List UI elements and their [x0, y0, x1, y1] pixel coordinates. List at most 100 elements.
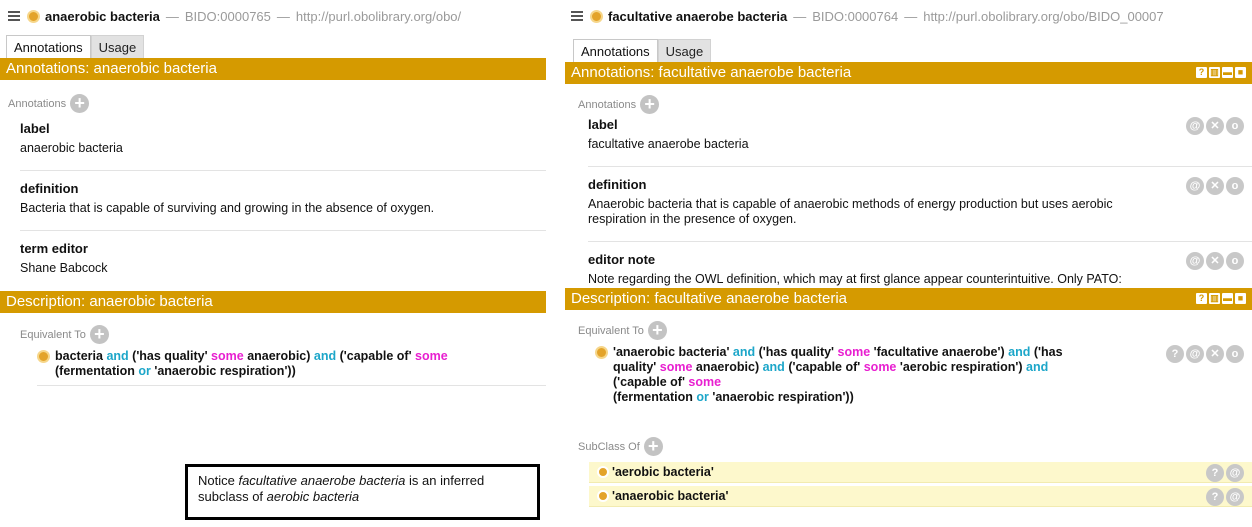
class-circle-icon	[595, 346, 608, 359]
annotation-property: label	[588, 117, 618, 132]
divider	[588, 166, 1252, 167]
superclass-name: 'anaerobic bacteria'	[612, 489, 729, 503]
annotation-row: editor note Note regarding the OWL defin…	[565, 252, 1252, 288]
annotation-property: label	[20, 121, 50, 136]
o-circle-icon[interactable]: o	[1226, 252, 1244, 270]
hamburger-icon[interactable]	[571, 11, 583, 21]
tab-annotations[interactable]: Annotations	[573, 39, 658, 62]
right-title-bar: facultative anaerobe bacteria — BIDO:000…	[565, 0, 1252, 32]
equivalent-expression[interactable]: bacteria and ('has quality' some anaerob…	[0, 349, 546, 379]
title-separator: —	[793, 8, 807, 24]
hamburger-icon[interactable]	[8, 11, 20, 21]
annotation-row: term editor Shane Babcock	[0, 241, 546, 276]
minimize-view-icon[interactable]: ▬	[1222, 67, 1233, 78]
left-title-bar: anaerobic bacteria — BIDO:0000765 — http…	[0, 0, 546, 32]
class-circle-icon	[597, 466, 609, 478]
annotations-section: Annotations + label anaerobic bacteria d…	[0, 80, 546, 291]
x-circle-icon[interactable]: ✕	[1206, 252, 1224, 270]
annotations-frame-label: Annotations +	[0, 94, 546, 113]
help-icon[interactable]: ?	[1196, 293, 1207, 304]
question-circle-icon[interactable]: ?	[1206, 464, 1224, 482]
annotation-value: Shane Babcock	[20, 261, 108, 275]
tab-annotations[interactable]: Annotations	[6, 35, 91, 58]
annotation-value: Bacteria that is capable of surviving an…	[20, 201, 435, 215]
o-circle-icon[interactable]: o	[1226, 345, 1244, 363]
expression-text: 'anaerobic bacteria' and ('has quality' …	[613, 345, 1063, 404]
annotation-row: label anaerobic bacteria	[0, 121, 546, 156]
divider	[588, 241, 1252, 242]
superclass-name: 'aerobic bacteria'	[612, 465, 714, 479]
annotations-header: Annotations: anaerobic bacteria	[0, 58, 546, 80]
x-circle-icon[interactable]: ✕	[1206, 117, 1224, 135]
subclass-frame-label: SubClass Of +	[565, 437, 1252, 456]
header-text: Annotations: facultative anaerobe bacter…	[571, 64, 852, 81]
expression-text: bacteria and ('has quality' some anaerob…	[55, 349, 448, 378]
description-header: Description: anaerobic bacteria	[0, 291, 546, 313]
x-circle-icon[interactable]: ✕	[1206, 177, 1224, 195]
inferred-superclass-row[interactable]: 'anaerobic bacteria' ? @	[589, 486, 1252, 507]
help-icon[interactable]: ?	[1196, 67, 1207, 78]
at-icon[interactable]: @	[1226, 488, 1244, 506]
description-section: Equivalent To + 'anaerobic bacteria' and…	[565, 310, 1252, 507]
split-view-icon[interactable]: ▥	[1209, 293, 1220, 304]
row-actions: @ ✕ o	[1186, 252, 1244, 270]
question-circle-icon[interactable]: ?	[1206, 488, 1224, 506]
row-actions: ? @	[1206, 464, 1244, 482]
o-circle-icon[interactable]: o	[1226, 117, 1244, 135]
minimize-view-icon[interactable]: ▬	[1222, 293, 1233, 304]
divider	[20, 170, 546, 171]
equivalent-expression[interactable]: 'anaerobic bacteria' and ('has quality' …	[565, 345, 1252, 415]
annotations-header: Annotations: facultative anaerobe bacter…	[565, 62, 1252, 84]
annotation-value: facultative anaerobe bacteria	[588, 137, 749, 151]
add-equivalent-button[interactable]: +	[647, 321, 667, 340]
row-actions: @ ✕ o	[1186, 177, 1244, 195]
at-icon[interactable]: @	[1186, 177, 1204, 195]
divider	[37, 385, 546, 386]
annotation-value: Anaerobic bacteria that is capable of an…	[588, 197, 1113, 226]
entity-name: anaerobic bacteria	[45, 8, 160, 24]
annotations-section: Annotations + label facultative anaerobe…	[565, 84, 1252, 288]
frame-label-text: Annotations	[8, 97, 67, 110]
tab-usage[interactable]: Usage	[657, 39, 712, 62]
frame-label-text: Annotations	[578, 98, 637, 111]
entity-iri: http://purl.obolibrary.org/obo/BIDO_0000…	[923, 8, 1164, 24]
x-circle-icon[interactable]: ✕	[1206, 345, 1224, 363]
annotation-property: term editor	[20, 241, 88, 256]
header-text: Description: facultative anaerobe bacter…	[571, 290, 847, 307]
annotation-row: label facultative anaerobe bacteria @ ✕ …	[565, 117, 1252, 152]
row-actions: @ ✕ o	[1186, 117, 1244, 135]
notice-emphasis: aerobic bacteria	[266, 489, 360, 504]
at-icon[interactable]: @	[1226, 464, 1244, 482]
tab-bar: Annotations Usage	[0, 32, 546, 58]
description-header: Description: facultative anaerobe bacter…	[565, 288, 1252, 310]
add-superclass-button[interactable]: +	[643, 437, 663, 456]
title-separator: —	[904, 8, 918, 24]
at-icon[interactable]: @	[1186, 117, 1204, 135]
question-circle-icon[interactable]: ?	[1166, 345, 1184, 363]
at-icon[interactable]: @	[1186, 252, 1204, 270]
annotation-row: definition Anaerobic bacteria that is ca…	[565, 177, 1252, 227]
tab-usage[interactable]: Usage	[90, 35, 145, 58]
title-separator: —	[165, 8, 179, 24]
annotation-property: editor note	[588, 252, 656, 267]
at-icon[interactable]: @	[1186, 345, 1204, 363]
add-annotation-button[interactable]: +	[640, 95, 660, 114]
maximize-view-icon[interactable]: ■	[1235, 293, 1246, 304]
notice-callout: Notice facultative anaerobe bacteria is …	[185, 464, 540, 520]
frame-label-text: Equivalent To	[20, 328, 86, 341]
split-view-icon[interactable]: ▥	[1209, 67, 1220, 78]
description-section: Equivalent To + bacteria and ('has quali…	[0, 313, 546, 386]
o-circle-icon[interactable]: o	[1226, 177, 1244, 195]
annotation-property: definition	[588, 177, 647, 192]
class-circle-icon	[37, 350, 50, 363]
inferred-superclass-row[interactable]: 'aerobic bacteria' ? @	[589, 462, 1252, 483]
add-annotation-button[interactable]: +	[70, 94, 90, 113]
annotation-value: Note regarding the OWL definition, which…	[588, 272, 1122, 288]
add-equivalent-button[interactable]: +	[89, 325, 109, 344]
frame-label-text: SubClass Of	[578, 440, 640, 453]
right-entity-panel: facultative anaerobe bacteria — BIDO:000…	[565, 0, 1252, 527]
frame-label-text: Equivalent To	[578, 324, 644, 337]
class-circle-icon	[27, 9, 40, 23]
row-actions: ? @	[1206, 488, 1244, 506]
maximize-view-icon[interactable]: ■	[1235, 67, 1246, 78]
